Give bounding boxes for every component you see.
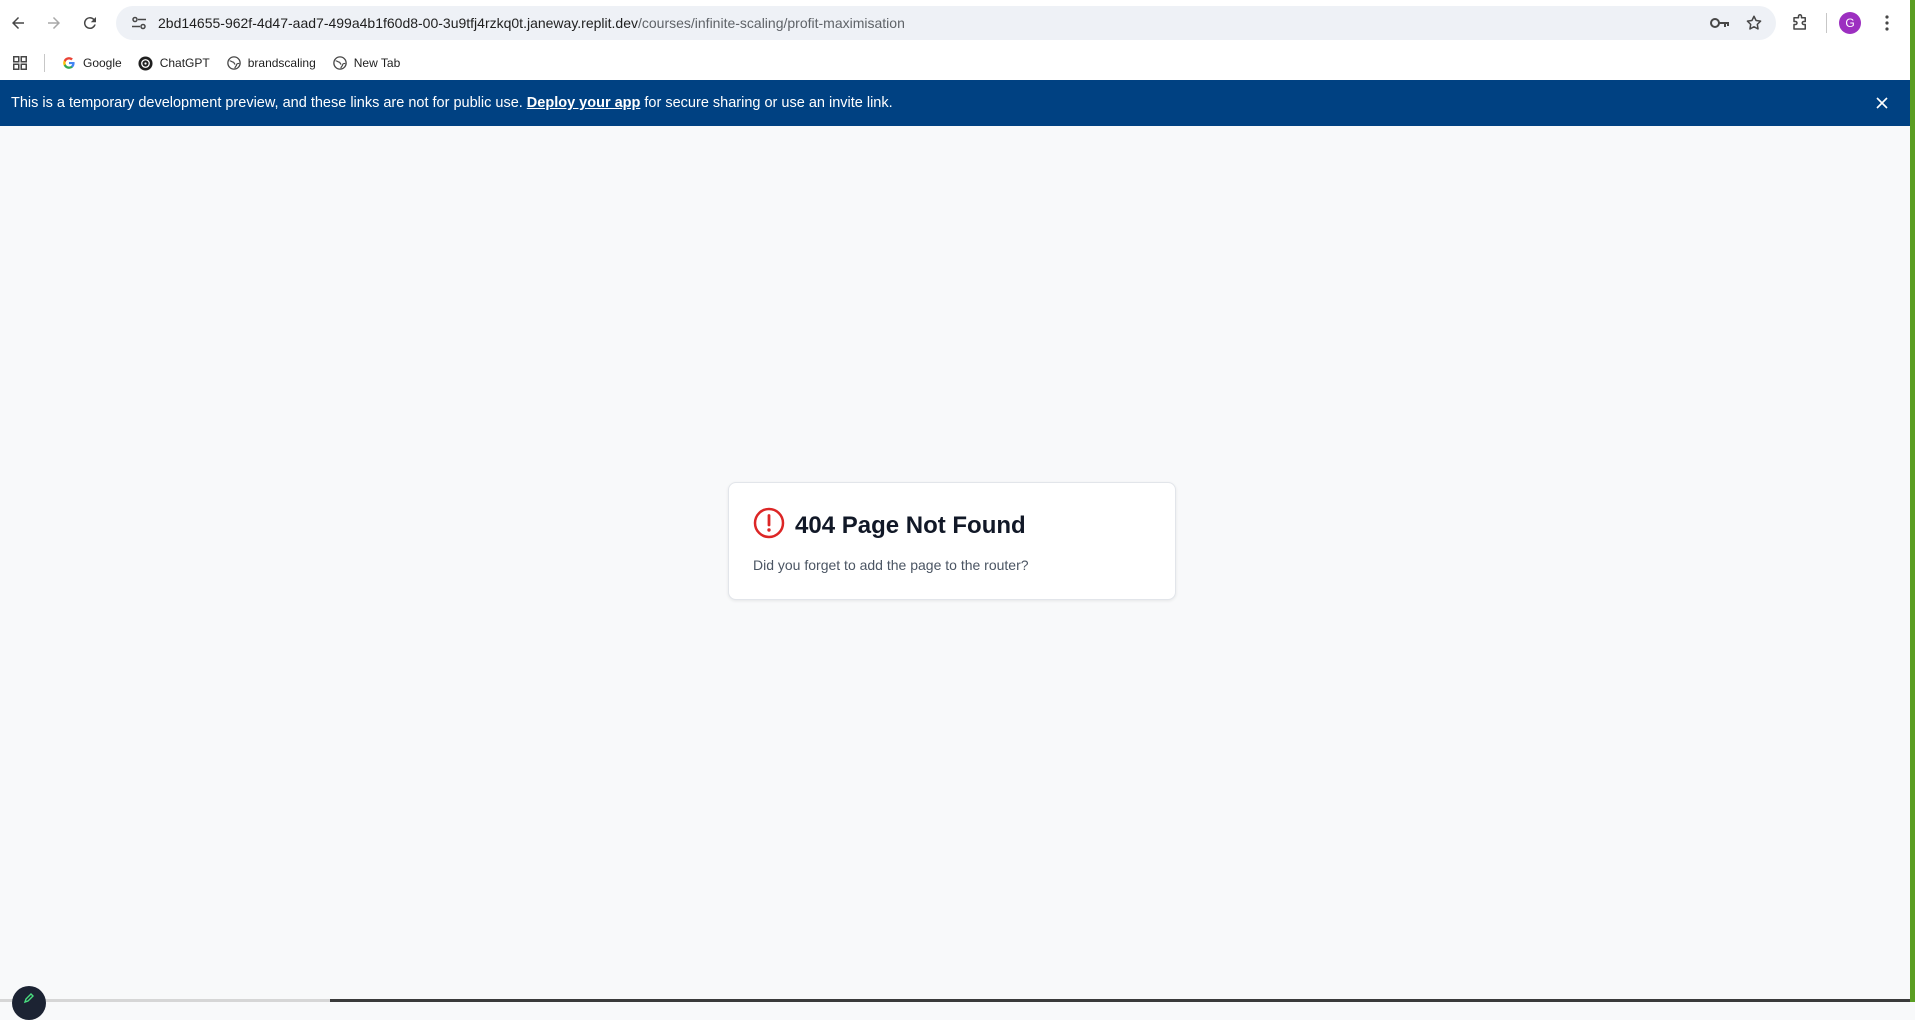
- extensions-puzzle-icon[interactable]: [1786, 9, 1814, 37]
- reload-button[interactable]: [72, 5, 108, 41]
- bookmark-brandscaling[interactable]: brandscaling: [218, 49, 324, 77]
- banner-text-before: This is a temporary development preview,…: [11, 95, 523, 111]
- google-icon: [61, 55, 77, 71]
- window-edge-strip: [1910, 0, 1915, 1002]
- banner-close-button[interactable]: [1872, 93, 1892, 113]
- globe-icon: [332, 55, 348, 71]
- bookmark-label: ChatGPT: [159, 56, 210, 70]
- not-found-card: 404 Page Not Found Did you forget to add…: [728, 482, 1176, 600]
- dev-preview-banner: This is a temporary development preview,…: [0, 80, 1910, 126]
- alert-circle-icon: [753, 507, 785, 544]
- banner-text-after: for secure sharing or use an invite link…: [644, 95, 893, 111]
- back-arrow-icon: [12, 17, 24, 29]
- profile-avatar[interactable]: G: [1839, 12, 1861, 34]
- browser-toolbar: 2bd14655-962f-4d47-aad7-499a4b1f60d8-00-…: [0, 0, 1915, 46]
- password-key-icon[interactable]: [1708, 11, 1732, 35]
- url-text[interactable]: 2bd14655-962f-4d47-aad7-499a4b1f60d8-00-…: [158, 15, 905, 31]
- forward-arrow-icon: [48, 17, 60, 29]
- globe-icon: [226, 55, 242, 71]
- bookmarks-bar: Google ChatGPT brandscaling New Tab: [0, 46, 1915, 80]
- deploy-your-app-link[interactable]: Deploy your app: [527, 95, 641, 111]
- site-info-button[interactable]: [122, 6, 156, 40]
- page-title: 404 Page Not Found: [795, 511, 1026, 539]
- bookmarks-separator: [44, 54, 45, 72]
- chatgpt-icon: [138, 55, 154, 71]
- toolbar-divider: [1826, 13, 1827, 33]
- url-path: /courses/infinite-scaling/profit-maximis…: [637, 15, 905, 31]
- reload-icon: [83, 17, 96, 30]
- close-icon: [1876, 97, 1888, 109]
- bookmark-label: Google: [83, 56, 122, 70]
- error-message: Did you forget to add the page to the ro…: [753, 557, 1029, 573]
- forward-button[interactable]: [36, 5, 72, 41]
- bookmark-new-tab[interactable]: New Tab: [324, 49, 408, 77]
- back-button[interactable]: [0, 5, 36, 41]
- bookmark-google[interactable]: Google: [53, 49, 130, 77]
- tune-icon: [132, 16, 146, 30]
- more-menu-icon[interactable]: [1873, 9, 1901, 37]
- apps-grid-icon[interactable]: [0, 46, 40, 80]
- bookmark-star-icon[interactable]: [1742, 11, 1766, 35]
- card-header: 404 Page Not Found: [753, 507, 1026, 544]
- bookmark-chatgpt[interactable]: ChatGPT: [130, 49, 218, 77]
- bookmark-label: New Tab: [353, 56, 401, 70]
- pencil-icon: [23, 993, 34, 1004]
- url-host: 2bd14655-962f-4d47-aad7-499a4b1f60d8-00-…: [158, 15, 638, 31]
- address-bar[interactable]: 2bd14655-962f-4d47-aad7-499a4b1f60d8-00-…: [116, 6, 1776, 40]
- bookmark-label: brandscaling: [247, 56, 316, 70]
- replit-devtools-button[interactable]: [12, 986, 46, 1020]
